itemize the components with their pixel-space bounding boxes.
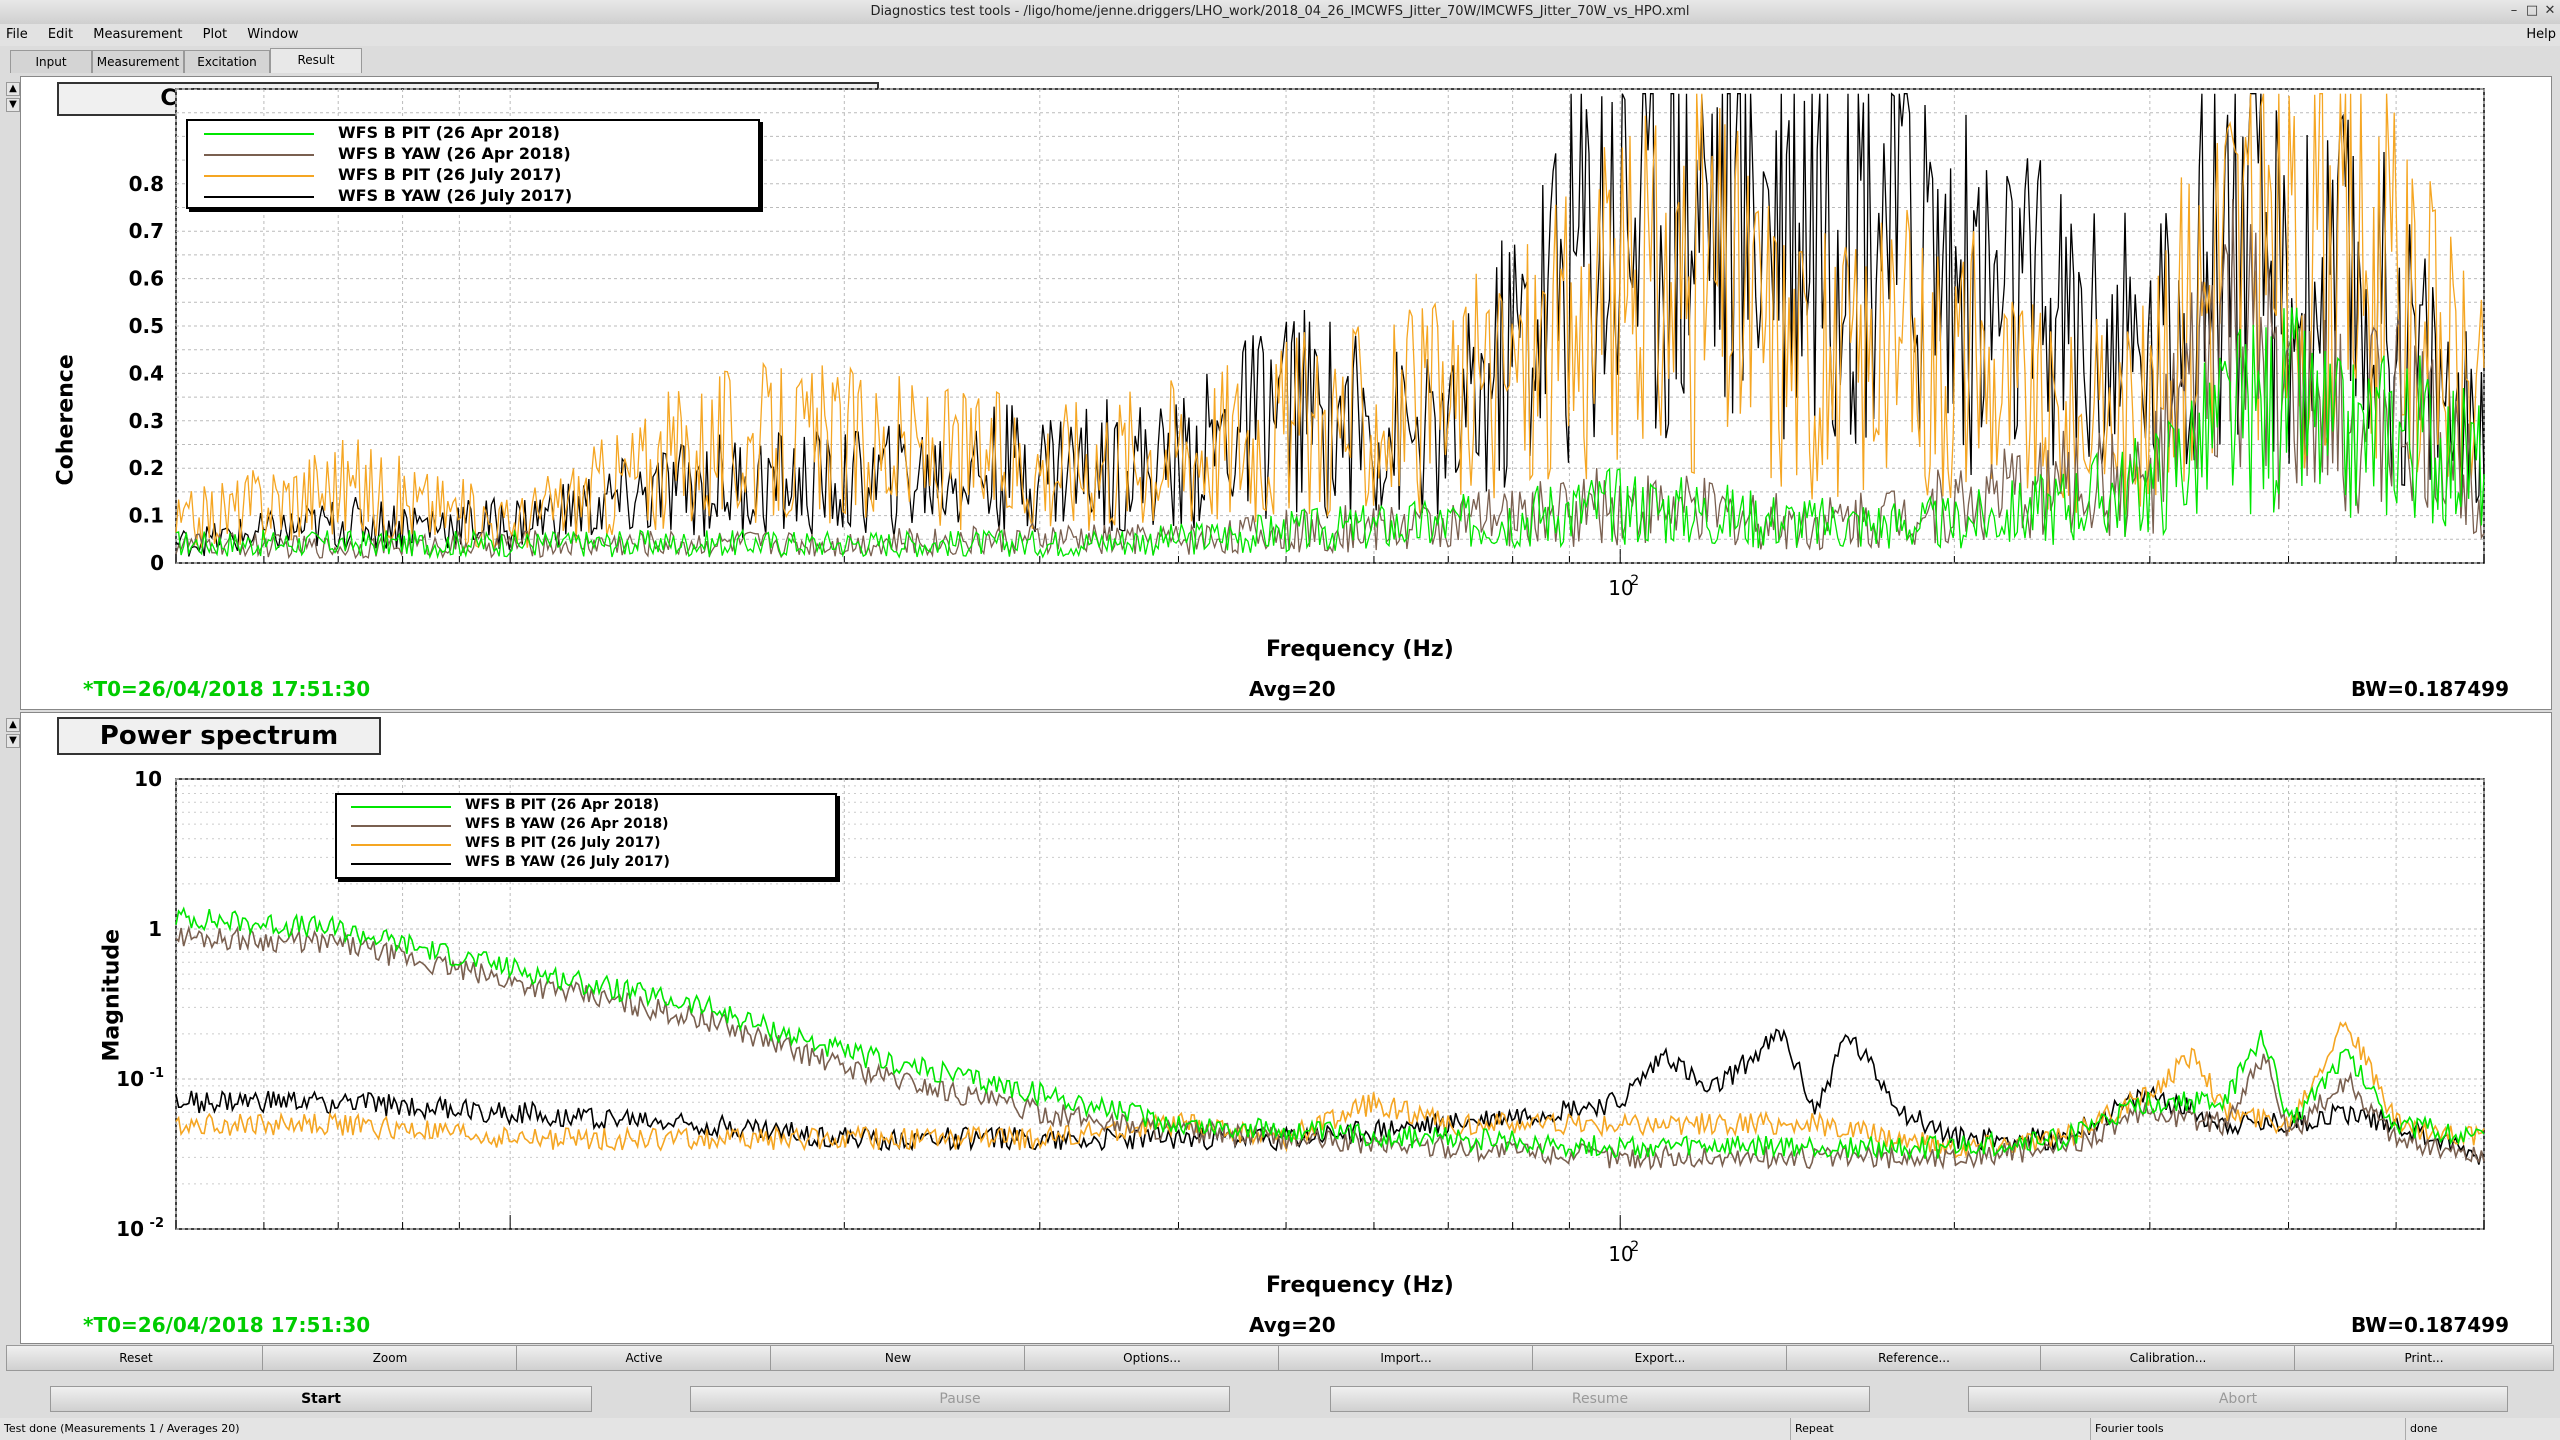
x-tick-label-exponent: 2 [1630,1239,1639,1255]
new-button[interactable]: New [770,1345,1026,1371]
active-button[interactable]: Active [516,1345,772,1371]
power-spectrum-x-label: Frequency (Hz) [1266,1273,1454,1298]
legend-swatch [204,133,314,135]
power-spectrum-bw: BW=0.187499 [2351,1313,2509,1337]
legend-swatch [351,825,451,827]
legend-label: WFS B YAW (26 July 2017) [338,186,573,205]
status-message: Test done (Measurements 1 / Averages 20) [4,1422,240,1435]
window-title: Diagnostics test tools - /ligo/home/jenn… [870,4,1690,19]
legend-swatch [204,154,314,156]
start-button[interactable]: Start [50,1386,592,1412]
options-button[interactable]: Options... [1024,1345,1280,1371]
import-button[interactable]: Import... [1278,1345,1534,1371]
print-button[interactable]: Print... [2294,1345,2554,1371]
y-tick-label: 0.3 [129,409,164,433]
y-tick-label: 0.7 [129,219,164,243]
export-button[interactable]: Export... [1532,1345,1788,1371]
power-spectrum-panel: Power spectrum 10 2 10 1 10 -1 10 -2 WFS B PIT … [20,712,2552,1344]
y-tick-label: 0.6 [129,267,164,291]
pane-down-arrow-icon[interactable]: ▼ [6,98,20,112]
coherence-x-label: Frequency (Hz) [1266,637,1454,662]
y-tick-label: 0.2 [129,456,164,480]
coherence-bw: BW=0.187499 [2351,677,2509,701]
reference-button[interactable]: Reference... [1786,1345,2042,1371]
legend-label: WFS B PIT (26 Apr 2018) [338,123,560,142]
resume-button[interactable]: Resume [1330,1386,1870,1412]
legend-swatch [351,844,451,846]
y-tick-label-exponent: -2 [150,1216,164,1231]
pane-up-arrow-icon[interactable]: ▲ [6,718,20,732]
legend-label: WFS B PIT (26 July 2017) [338,165,562,184]
y-tick-label: 10 [134,767,162,791]
y-tick-label: 1 [148,917,162,941]
y-tick-label: 10 [116,1217,144,1241]
tab-bar: Input Measurement Excitation Result [0,46,2560,74]
coherence-t0: *T0=26/04/2018 17:51:30 [83,677,371,701]
legend-label: WFS B YAW (26 Apr 2018) [338,144,571,163]
menu-window[interactable]: Window [247,27,298,42]
tab-measurement[interactable]: Measurement [92,50,184,73]
coherence-legend: WFS B PIT (26 Apr 2018) WFS B YAW (26 Ap… [186,119,760,209]
y-tick-label: 0.1 [129,504,164,528]
coherence-y-label: Coherence [53,354,79,486]
tab-excitation[interactable]: Excitation [184,50,270,73]
close-icon[interactable]: ✕ [2542,3,2558,19]
y-tick-label: 0.4 [129,361,164,385]
status-tools: Fourier tools [2090,1418,2164,1440]
pause-button[interactable]: Pause [690,1386,1230,1412]
menu-plot[interactable]: Plot [203,27,228,42]
menu-bar: File Edit Measurement Plot Window Help [0,24,2560,46]
y-tick-label: 0.8 [129,172,164,196]
legend-swatch [351,806,451,808]
menu-help[interactable]: Help [2526,24,2556,46]
power-spectrum-avg: Avg=20 [1249,1313,1336,1337]
pane-down-arrow-icon[interactable]: ▼ [6,734,20,748]
legend-swatch [204,196,314,198]
menu-file[interactable]: File [6,27,28,42]
status-bar: Test done (Measurements 1 / Averages 20)… [0,1418,2560,1440]
coherence-plot-panel: Coherence: WFS / PEM-CS_ACC_PSL_PERISCOP… [20,76,2552,710]
y-tick-label: 0 [150,551,164,575]
minimize-icon[interactable]: – [2506,3,2522,19]
legend-label: WFS B YAW (26 July 2017) [465,854,670,870]
reset-button[interactable]: Reset [6,1345,266,1371]
legend-swatch [204,175,314,177]
legend-swatch [351,863,451,865]
y-tick-label: 0.5 [129,314,164,338]
legend-label: WFS B PIT (26 Apr 2018) [465,797,660,813]
power-spectrum-y-label: Magnitude [99,928,125,1062]
pane-up-arrow-icon[interactable]: ▲ [6,82,20,96]
calibration-button[interactable]: Calibration... [2040,1345,2296,1371]
menu-measurement[interactable]: Measurement [93,27,182,42]
x-tick-label-exponent: 2 [1630,573,1639,589]
status-repeat: Repeat [1790,1418,1834,1440]
menu-edit[interactable]: Edit [48,27,73,42]
power-spectrum-t0: *T0=26/04/2018 17:51:30 [83,1313,371,1337]
window-title-bar: Diagnostics test tools - /ligo/home/jenn… [0,0,2560,25]
power-spectrum-legend: WFS B PIT (26 Apr 2018) WFS B YAW (26 Ap… [335,793,837,879]
y-tick-label-exponent: -1 [150,1066,164,1081]
maximize-icon[interactable]: □ [2524,3,2540,19]
legend-label: WFS B YAW (26 Apr 2018) [465,816,669,832]
abort-button[interactable]: Abort [1968,1386,2508,1412]
y-tick-label: 10 [116,1067,144,1091]
legend-label: WFS B PIT (26 July 2017) [465,835,661,851]
status-state: done [2405,1418,2437,1440]
tab-result[interactable]: Result [270,48,362,73]
tab-input[interactable]: Input [10,50,92,73]
zoom-button[interactable]: Zoom [262,1345,518,1371]
coherence-avg: Avg=20 [1249,677,1336,701]
